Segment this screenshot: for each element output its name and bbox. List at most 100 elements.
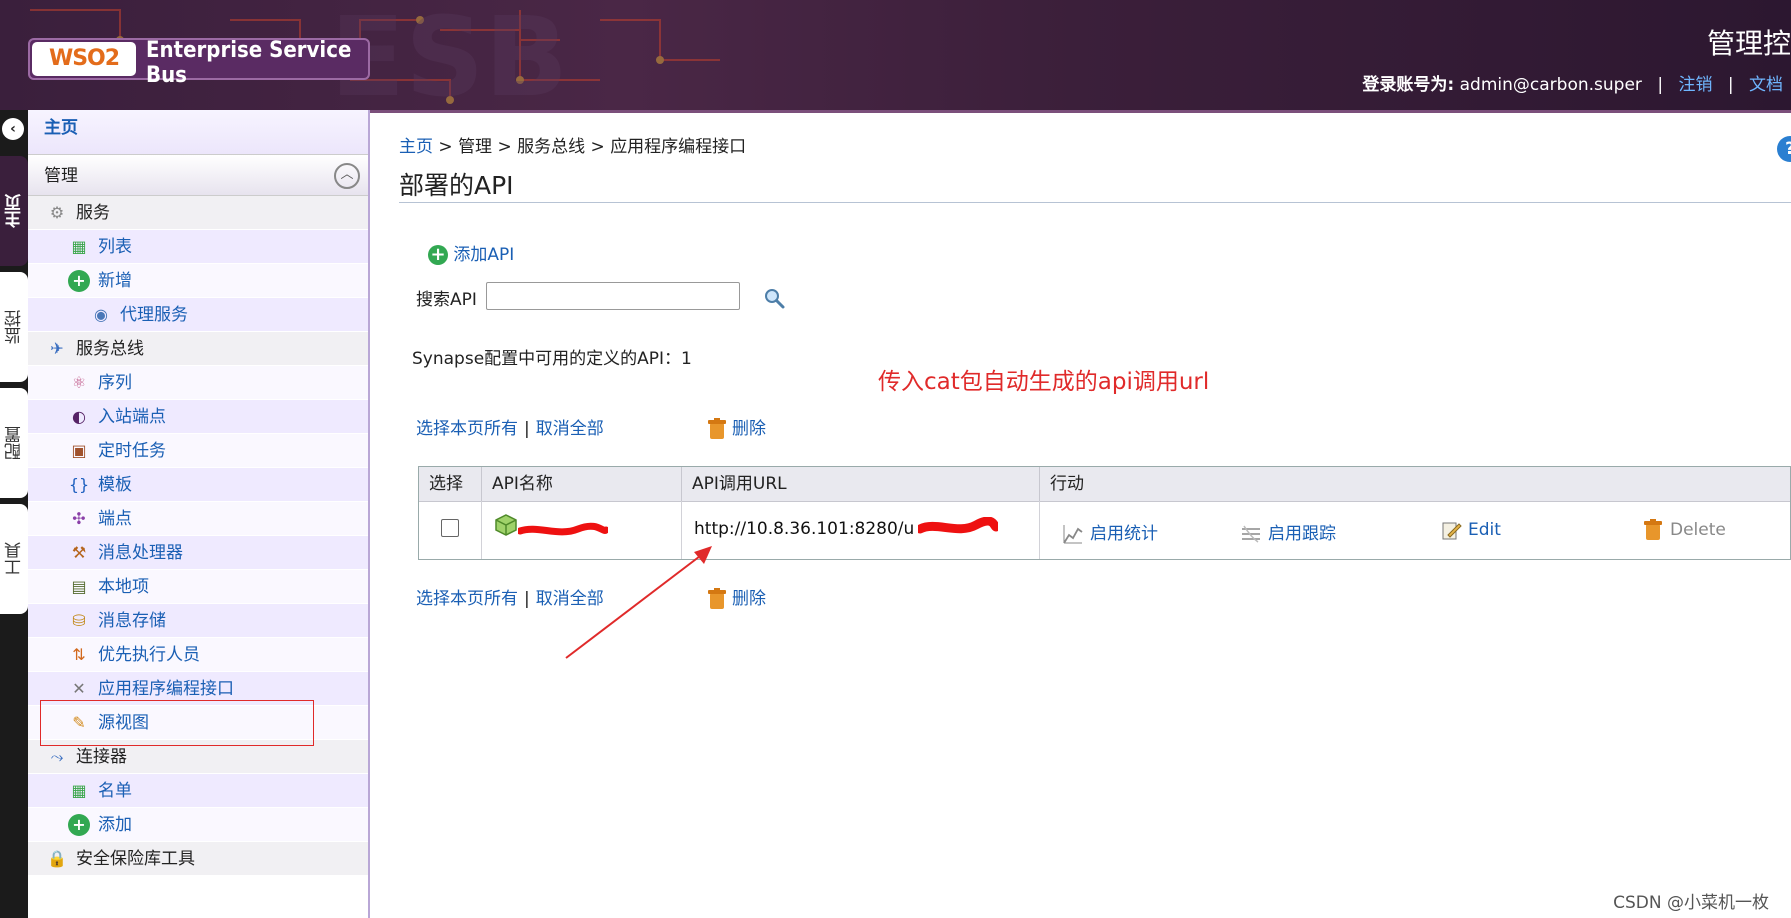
sequence-icon: ⚛ bbox=[71, 373, 87, 392]
delete-selected-button[interactable]: 删除 bbox=[708, 414, 766, 440]
tab-configure-label: 配置 bbox=[4, 426, 25, 460]
template-icon: {} bbox=[68, 475, 90, 494]
tab-configure[interactable]: 配置 bbox=[0, 388, 28, 498]
sidebar-section-label: 管理 bbox=[44, 166, 78, 186]
enable-statistics-label: 启用统计 bbox=[1090, 524, 1158, 544]
sidebar-item[interactable]: ◐ 入站端点 bbox=[28, 400, 368, 434]
docs-link[interactable]: 文档 bbox=[1749, 75, 1783, 95]
sidebar-item-label: 消息存储 bbox=[98, 611, 166, 631]
connector-icon: ⤳ bbox=[50, 747, 64, 766]
sidebar-item-label: 列表 bbox=[98, 237, 132, 257]
actions-cell: 启用统计 启用跟踪 Edit Delete bbox=[1040, 501, 1791, 559]
sidebar-item[interactable]: 🔒 安全保险库工具 bbox=[28, 842, 368, 876]
annotation-text: 传入cat包自动生成的api调用url bbox=[878, 369, 1210, 395]
list-icon: ▦ bbox=[71, 781, 87, 800]
sidebar-item[interactable]: ✣ 端点 bbox=[28, 502, 368, 536]
login-user: admin@carbon.super bbox=[1459, 75, 1642, 95]
sidebar-item[interactable]: ▣ 定时任务 bbox=[28, 434, 368, 468]
sidebar-item[interactable]: ⚒ 消息处理器 bbox=[28, 536, 368, 570]
edit-label: Edit bbox=[1468, 520, 1501, 540]
breadcrumb-home[interactable]: 主页 bbox=[399, 137, 433, 157]
sidebar-item[interactable]: ▤ 本地项 bbox=[28, 570, 368, 604]
select-all-link[interactable]: 选择本页所有 bbox=[416, 589, 518, 609]
inbound-endpoint-icon: ◐ bbox=[72, 407, 86, 426]
sidebar-item[interactable]: ⇅ 优先执行人员 bbox=[28, 638, 368, 672]
column-header: API调用URL bbox=[682, 467, 1040, 501]
search-input[interactable] bbox=[486, 282, 740, 310]
edit-button[interactable]: Edit bbox=[1440, 519, 1501, 541]
sidebar-item-label: 安全保险库工具 bbox=[76, 849, 195, 869]
scheduled-task-icon: ▣ bbox=[71, 441, 87, 460]
sidebar-item[interactable]: + 添加 bbox=[28, 808, 368, 842]
divider: | bbox=[524, 589, 530, 609]
search-icon[interactable] bbox=[762, 286, 786, 310]
logout-link[interactable]: 注销 bbox=[1678, 75, 1712, 95]
local-entry-icon: ▤ bbox=[71, 577, 87, 596]
api-url-text[interactable]: http://10.8.36.101:8280/u bbox=[694, 519, 914, 539]
help-icon[interactable]: ? bbox=[1777, 136, 1791, 162]
sidebar-item[interactable]: {} 模板 bbox=[28, 468, 368, 502]
api-url-cell: http://10.8.36.101:8280/u bbox=[682, 501, 1040, 559]
watermark: CSDN @小菜机一枚 bbox=[1613, 893, 1769, 913]
divider: | bbox=[524, 419, 530, 439]
sidebar-item[interactable]: ✈ 服务总线 bbox=[28, 332, 368, 366]
tab-home-label: 主页 bbox=[4, 194, 25, 228]
api-icon: ✕ bbox=[72, 679, 86, 698]
collapse-up-icon[interactable]: ︿ bbox=[334, 163, 360, 189]
highlight-annotation-box bbox=[40, 700, 314, 746]
proxy-service-icon: ◉ bbox=[94, 305, 108, 324]
breadcrumb-separator: > bbox=[433, 137, 459, 157]
product-name: Enterprise Service Bus bbox=[146, 38, 352, 88]
breadcrumb-current: 应用程序编程接口 bbox=[610, 137, 747, 157]
collapse-menu-icon[interactable]: ‹ bbox=[2, 118, 24, 140]
row-checkbox[interactable] bbox=[441, 519, 459, 537]
wso2-mark: WSO2 bbox=[32, 42, 136, 76]
sidebar-item[interactable]: + 新增 bbox=[28, 264, 368, 298]
redaction-scribble bbox=[918, 517, 998, 534]
divider: | bbox=[1727, 75, 1734, 95]
add-api-link[interactable]: + 添加API bbox=[428, 240, 514, 265]
column-header: 行动 bbox=[1050, 474, 1084, 494]
sidebar-home-link[interactable]: 主页 bbox=[28, 110, 368, 154]
deselect-all-link[interactable]: 取消全部 bbox=[536, 419, 604, 439]
wso2-logo[interactable]: WSO2 Enterprise Service Bus bbox=[28, 38, 370, 88]
sidebar-item-label: 定时任务 bbox=[98, 441, 166, 461]
sidebar-item-label: 优先执行人员 bbox=[98, 645, 200, 665]
sidebar-item-label: 端点 bbox=[98, 509, 132, 529]
add-api-label: 添加API bbox=[453, 245, 515, 265]
priority-executor-icon: ⇅ bbox=[72, 645, 86, 664]
tab-monitor[interactable]: 监控 bbox=[0, 272, 28, 382]
sidebar-item[interactable]: ▦ 列表 bbox=[28, 230, 368, 264]
enable-tracing-button[interactable]: 启用跟踪 bbox=[1240, 519, 1336, 545]
message-processor-icon: ⚒ bbox=[71, 543, 87, 562]
annotation-arrow bbox=[565, 546, 712, 659]
enable-statistics-button[interactable]: 启用统计 bbox=[1062, 519, 1158, 545]
trash-icon bbox=[708, 418, 726, 439]
selection-links-top: 选择本页所有 | 取消全部 bbox=[416, 414, 604, 439]
select-all-link[interactable]: 选择本页所有 bbox=[416, 419, 518, 439]
delete-button[interactable]: Delete bbox=[1642, 519, 1726, 541]
page-title: 部署的API bbox=[399, 171, 514, 200]
add-icon: + bbox=[68, 270, 90, 292]
sidebar-item-label: 新增 bbox=[98, 271, 132, 291]
column-header: API名称 bbox=[482, 467, 682, 501]
tab-monitor-label: 监控 bbox=[4, 310, 25, 344]
sidebar-item-label: 添加 bbox=[98, 815, 132, 835]
sidebar-section-manage[interactable]: 管理 ︿ bbox=[28, 154, 368, 196]
tab-home[interactable]: 主页 bbox=[0, 156, 28, 266]
login-label: 登录账号为: bbox=[1362, 75, 1455, 95]
endpoint-icon: ✣ bbox=[72, 509, 86, 528]
api-count-text: Synapse配置中可用的定义的API：1 bbox=[412, 349, 692, 369]
sidebar-item[interactable]: ⛁ 消息存储 bbox=[28, 604, 368, 638]
enable-tracing-label: 启用跟踪 bbox=[1268, 524, 1336, 544]
sidebar-item-label: 服务 bbox=[76, 203, 110, 223]
redaction-scribble bbox=[518, 522, 608, 536]
tab-tools[interactable]: 工具 bbox=[0, 504, 28, 614]
sidebar-item[interactable]: ◉ 代理服务 bbox=[28, 298, 368, 332]
sidebar-item[interactable]: ▦ 名单 bbox=[28, 774, 368, 808]
api-package-icon bbox=[495, 514, 517, 536]
sidebar-item[interactable]: ⚙ 服务 bbox=[28, 196, 368, 230]
statistics-icon bbox=[1063, 525, 1083, 544]
sidebar-item[interactable]: ⚛ 序列 bbox=[28, 366, 368, 400]
breadcrumb-separator: > bbox=[585, 137, 611, 157]
